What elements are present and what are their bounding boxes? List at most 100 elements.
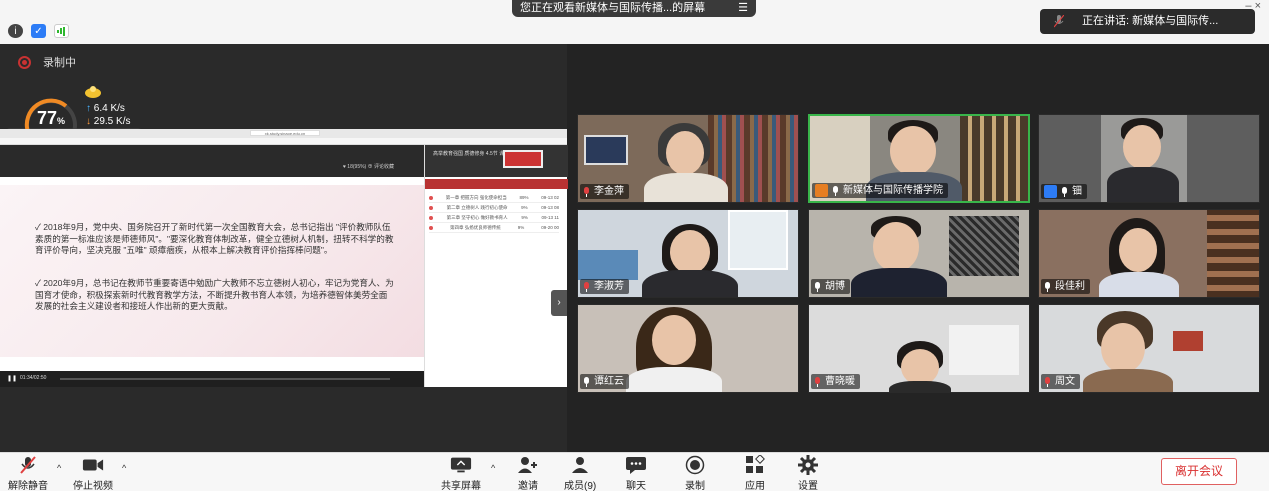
- chevron-up-icon[interactable]: ^: [122, 463, 126, 473]
- meeting-toolbar: 解除静音 ^ 停止视频 ^ 共享屏幕 ^ 邀请 成员(9) 聊天 录制 应用 设…: [0, 452, 1269, 491]
- meeting-stage: 录制中 77% ↑ 6.4 K/s ↓ 29.5 K/s xk.study.si…: [0, 44, 1269, 452]
- participant-name-tag: 段佳利: [1041, 279, 1090, 294]
- participant-name-tag: 谭红云: [580, 374, 629, 389]
- members-button[interactable]: 成员(9): [564, 456, 596, 491]
- chapter-progress: 9%: [517, 225, 525, 230]
- gauge-number: 77: [37, 108, 58, 128]
- shared-screen[interactable]: xk.study.sinaoe.edu.cn ♥ 18(95%) ⊕ 评论收藏 …: [0, 129, 568, 387]
- top-bar: 您正在观看新媒体与国际传播...的屏幕 ☰ 正在讲话: 新媒体与国际传... –…: [0, 0, 1269, 44]
- mic-icon: [832, 185, 839, 196]
- network-gauge-value: 77%: [37, 108, 65, 129]
- leave-meeting-button[interactable]: 离开会议: [1161, 458, 1237, 485]
- share-banner-label: 您正在观看新媒体与国际传播...的屏幕: [520, 2, 706, 14]
- participant-tile[interactable]: 谭红云: [577, 304, 799, 393]
- course-side-tabs: [425, 179, 568, 189]
- mic-icon: [1044, 281, 1051, 292]
- pause-icon: ❚❚: [7, 376, 18, 382]
- info-icon[interactable]: i: [8, 24, 23, 38]
- mic-muted-icon: [583, 281, 590, 292]
- chevron-up-icon[interactable]: ^: [57, 463, 61, 473]
- upload-arrow-icon: ↑: [86, 103, 94, 114]
- participant-tile[interactable]: 李淑芳: [577, 209, 799, 298]
- participant-name: 周文: [1055, 376, 1075, 387]
- course-video-header: ♥ 18(95%) ⊕ 评论收藏: [0, 145, 424, 177]
- share-banner[interactable]: 您正在观看新媒体与国际传播...的屏幕 ☰: [512, 0, 756, 17]
- mic-icon: [1054, 15, 1064, 28]
- record-button[interactable]: 录制: [684, 455, 706, 491]
- unmute-label: 解除静音: [8, 481, 48, 491]
- user-icon: [1044, 185, 1057, 198]
- signal-icon[interactable]: [54, 24, 69, 38]
- mic-icon: [814, 281, 821, 292]
- mic-muted-icon: [1044, 376, 1051, 387]
- chapter-progress: 9%: [521, 215, 528, 220]
- participant-tile[interactable]: 周文: [1038, 304, 1260, 393]
- course-slide: ✓ 2018年9月，党中央、国务院召开了新时代第一次全国教育大会，总书记指出 "…: [0, 185, 424, 357]
- participant-name-tag: 钿: [1041, 184, 1087, 199]
- share-screen-label: 共享屏幕: [441, 481, 481, 491]
- video-player-controls: ❚❚ 01:34/02:50: [0, 371, 424, 387]
- participant-tile[interactable]: 李金萍: [577, 114, 799, 203]
- participant-name-tag: 李淑芳: [580, 279, 629, 294]
- chapter-date: 09-20 00: [541, 225, 559, 230]
- record-icon: [685, 455, 705, 475]
- unmute-button[interactable]: 解除静音: [8, 456, 48, 491]
- mic-muted-icon: [814, 376, 821, 387]
- participant-name: 段佳利: [1055, 281, 1085, 292]
- download-speed: 29.5 K/s: [93, 116, 131, 127]
- apps-label: 应用: [745, 481, 765, 491]
- participant-name: 李淑芳: [594, 281, 624, 292]
- invite-label: 邀请: [518, 481, 538, 491]
- chapter-date: 09-13 11: [541, 215, 559, 220]
- slide-paragraph: ✓ 2020年9月，总书记在教师节重要寄语中勉励广大教师不忘立德树人初心，牢记为…: [35, 278, 394, 311]
- chapter-row: 第二章 立德树人 践行初心使命 9% 09-13 08: [429, 203, 559, 213]
- player-time: 01:34/02:50: [20, 375, 47, 381]
- record-label: 录制: [685, 481, 705, 491]
- stop-video-button[interactable]: 停止视频: [73, 456, 113, 491]
- participant-name-tag: 新媒体与国际传播学院: [812, 183, 948, 198]
- invite-button[interactable]: 邀请: [517, 456, 539, 491]
- chat-icon: [626, 457, 646, 474]
- chapter-progress: 89%: [519, 195, 529, 200]
- settings-button[interactable]: 设置: [797, 455, 819, 491]
- download-arrow-icon: ↓: [86, 116, 94, 127]
- participant-name: 谭红云: [594, 376, 624, 387]
- mic-icon: [1061, 186, 1068, 197]
- menu-icon[interactable]: ☰: [738, 0, 748, 17]
- mic-icon: [583, 376, 590, 387]
- speaking-label: 正在讲话: 新媒体与国际传...: [1082, 15, 1219, 27]
- participant-name: 钿: [1072, 186, 1082, 197]
- window-controls[interactable]: – ×: [1245, 0, 1261, 12]
- course-video-info: ♥ 18(95%) ⊕ 评论收藏: [342, 164, 394, 170]
- slide-paragraph: ✓ 2018年9月，党中央、国务院召开了新时代第一次全国教育大会，总书记指出 "…: [35, 222, 394, 255]
- apps-button[interactable]: 应用: [744, 455, 766, 491]
- gauge-unit: %: [57, 116, 66, 126]
- participant-name: 新媒体与国际传播学院: [843, 185, 943, 196]
- chapter-title: 第四章 弘扬优良师德传统: [449, 224, 501, 230]
- users-icon: [572, 457, 589, 473]
- chat-button[interactable]: 聊天: [625, 456, 647, 491]
- share-screen-button[interactable]: 共享屏幕: [441, 456, 481, 491]
- upload-speed: 6.4 K/s: [93, 103, 125, 114]
- shield-icon[interactable]: ✓: [31, 24, 46, 38]
- participant-tile[interactable]: 胡博: [808, 209, 1030, 298]
- course-side-header: 高举教育强国 质德修身 4.5节 课程 · 完成: [425, 145, 568, 177]
- participant-tile[interactable]: 段佳利: [1038, 209, 1260, 298]
- browser-tabs: [0, 138, 567, 145]
- chevron-up-icon[interactable]: ^: [491, 463, 495, 473]
- participant-name-tag: 周文: [1041, 374, 1080, 389]
- rocket-icon: [85, 86, 101, 98]
- recording-indicator[interactable]: 录制中: [18, 54, 76, 70]
- participant-tile[interactable]: 新媒体与国际传播学院: [808, 114, 1030, 203]
- add-user-icon: [518, 457, 537, 473]
- recording-label: 录制中: [43, 57, 76, 69]
- player-progress: [60, 378, 390, 380]
- participant-name: 李金萍: [594, 186, 624, 197]
- participant-tile[interactable]: 钿: [1038, 114, 1260, 203]
- camera-icon: [82, 459, 104, 471]
- participant-tile[interactable]: 曹晓暖: [808, 304, 1030, 393]
- network-speed: ↑ 6.4 K/s ↓ 29.5 K/s: [86, 102, 130, 128]
- chapter-title: 第一章 把握方向 强化使命担当: [445, 194, 507, 200]
- collapse-panel-button[interactable]: ›: [551, 290, 567, 316]
- chapter-row: 第三章 坚守初心 做好教书育人 9% 09-13 11: [429, 213, 559, 223]
